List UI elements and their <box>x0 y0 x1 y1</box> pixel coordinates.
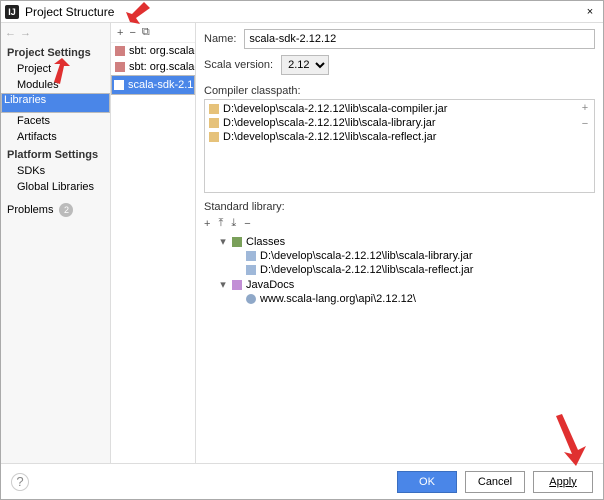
sidebar-item-libraries[interactable]: Libraries <box>1 93 110 113</box>
library-item-label: scala-sdk-2.12.12 <box>128 79 195 91</box>
library-item[interactable]: sbt: org.scala-lang:scala-li <box>111 59 195 75</box>
sidebar-group-header: Project Settings <box>1 43 110 61</box>
sidebar-item-problems[interactable]: Problems 2 <box>1 201 110 219</box>
tree-leaf[interactable]: D:\develop\scala-2.12.12\lib\scala-refle… <box>204 263 595 277</box>
library-detail-panel: Name: Scala version: 2.12 Compiler class… <box>196 23 603 463</box>
title-bar: IJ Project Structure × <box>1 1 603 23</box>
stdlib-add-icon[interactable]: + <box>204 218 210 230</box>
scala-version-select[interactable]: 2.12 <box>281 55 329 75</box>
nav-back-icon[interactable]: ← <box>5 27 16 39</box>
library-item-label: sbt: org.scala-lang:scala-li <box>129 45 195 57</box>
classpath-item-label: D:\develop\scala-2.12.12\lib\scala-compi… <box>223 103 447 115</box>
nav-forward-icon[interactable]: → <box>20 27 31 39</box>
name-label: Name: <box>204 33 236 45</box>
sidebar: ← → Project SettingsProjectModulesLibrar… <box>1 23 111 463</box>
sidebar-item-artifacts[interactable]: Artifacts <box>1 129 110 145</box>
help-button[interactable]: ? <box>11 473 29 491</box>
tree-leaf[interactable]: D:\develop\scala-2.12.12\lib\scala-libra… <box>204 249 595 263</box>
sidebar-item-facets[interactable]: Facets <box>1 113 110 129</box>
tree-leaf-label: www.scala-lang.org\api\2.12.12\ <box>260 293 416 305</box>
cancel-button[interactable]: Cancel <box>465 471 525 493</box>
javadocs-folder-icon <box>232 280 242 290</box>
library-item[interactable]: scala-sdk-2.12.12 <box>111 75 195 95</box>
tree-node-label: Classes <box>246 236 285 248</box>
tree-leaf-label: D:\develop\scala-2.12.12\lib\scala-refle… <box>260 264 473 276</box>
remove-library-icon[interactable]: − <box>129 27 135 39</box>
add-library-icon[interactable]: + <box>117 27 123 39</box>
problems-label: Problems <box>7 204 53 216</box>
classes-folder-icon <box>232 237 242 247</box>
name-input[interactable] <box>244 29 595 49</box>
sidebar-item-project[interactable]: Project <box>1 61 110 77</box>
classpath-item-label: D:\develop\scala-2.12.12\lib\scala-libra… <box>223 117 436 129</box>
tree-node-classes[interactable]: ▾ Classes <box>204 234 595 249</box>
jar-folder-icon <box>209 118 219 128</box>
tree-leaf[interactable]: www.scala-lang.org\api\2.12.12\ <box>204 292 595 306</box>
library-icon <box>114 80 124 90</box>
standard-library-label: Standard library: <box>204 201 595 213</box>
tree-leaf-label: D:\develop\scala-2.12.12\lib\scala-libra… <box>260 250 473 262</box>
tree-node-javadocs[interactable]: ▾ JavaDocs <box>204 277 595 292</box>
ok-button[interactable]: OK <box>397 471 457 493</box>
tree-node-label: JavaDocs <box>246 279 294 291</box>
dialog-footer: ? OK Cancel Apply <box>1 463 603 499</box>
compiler-classpath-label: Compiler classpath: <box>204 85 595 97</box>
classpath-remove-icon[interactable]: − <box>582 118 588 130</box>
classpath-item[interactable]: D:\develop\scala-2.12.12\lib\scala-refle… <box>207 130 574 144</box>
classpath-add-icon[interactable]: + <box>582 102 588 114</box>
compiler-classpath-box: D:\develop\scala-2.12.12\lib\scala-compi… <box>204 99 595 193</box>
sidebar-item-modules[interactable]: Modules <box>1 77 110 93</box>
library-item-label: sbt: org.scala-lang:scala-li <box>129 61 195 73</box>
jar-folder-icon <box>209 132 219 142</box>
classpath-item[interactable]: D:\develop\scala-2.12.12\lib\scala-libra… <box>207 116 574 130</box>
apply-button-label: Apply <box>549 476 577 488</box>
sidebar-item-global-libraries[interactable]: Global Libraries <box>1 179 110 195</box>
problems-count-badge: 2 <box>59 203 73 217</box>
library-list-panel: + − ⧉ sbt: org.scala-lang:scala-li sbt: o… <box>111 23 196 463</box>
stdlib-remove-icon[interactable]: − <box>244 218 250 230</box>
standard-library-toolbar: + ⤒ ⤓ − <box>204 215 595 232</box>
compiler-classpath-list[interactable]: D:\develop\scala-2.12.12\lib\scala-compi… <box>205 100 576 192</box>
library-item[interactable]: sbt: org.scala-lang:scala-li <box>111 43 195 59</box>
web-icon <box>246 294 256 304</box>
jar-folder-icon <box>209 104 219 114</box>
tree-twisty-icon[interactable]: ▾ <box>218 235 228 248</box>
stdlib-attach-icon[interactable]: ⤒ <box>218 217 223 230</box>
library-toolbar: + − ⧉ <box>111 23 195 43</box>
classpath-item[interactable]: D:\develop\scala-2.12.12\lib\scala-compi… <box>207 102 574 116</box>
window-close-button[interactable]: × <box>581 6 599 18</box>
tree-twisty-icon[interactable]: ▾ <box>218 278 228 291</box>
sidebar-group-header: Platform Settings <box>1 145 110 163</box>
standard-library-tree[interactable]: ▾ Classes D:\develop\scala-2.12.12\lib\s… <box>204 232 595 463</box>
app-icon: IJ <box>5 5 19 19</box>
library-icon <box>115 62 125 72</box>
stdlib-browse-icon[interactable]: ⤓ <box>231 217 236 230</box>
jar-file-icon <box>246 251 256 261</box>
window-title: Project Structure <box>25 5 114 19</box>
classpath-item-label: D:\develop\scala-2.12.12\lib\scala-refle… <box>223 131 436 143</box>
scala-version-label: Scala version: <box>204 59 273 71</box>
library-icon <box>115 46 125 56</box>
apply-button[interactable]: Apply <box>533 471 593 493</box>
jar-file-icon <box>246 265 256 275</box>
copy-library-icon[interactable]: ⧉ <box>142 26 150 39</box>
sidebar-item-sdks[interactable]: SDKs <box>1 163 110 179</box>
sidebar-nav: ← → <box>1 23 110 43</box>
